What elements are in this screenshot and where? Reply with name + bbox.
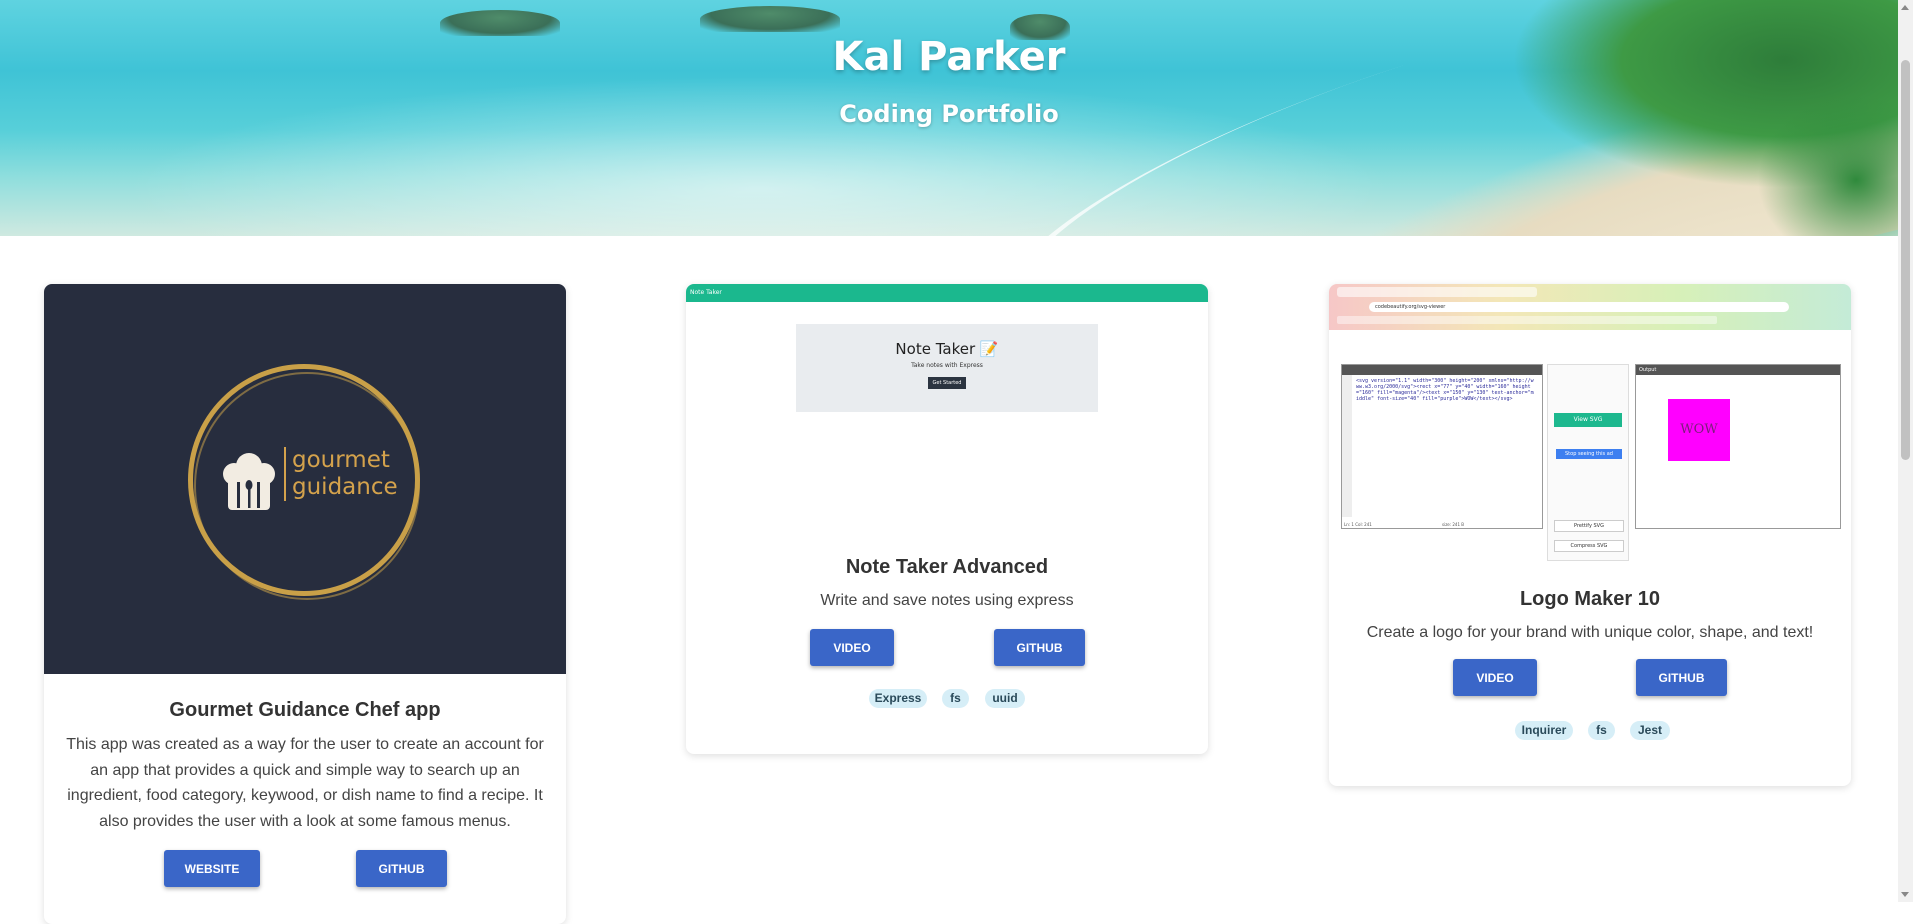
video-button[interactable]: VIDEO (810, 629, 894, 666)
page-subtitle: Coding Portfolio (839, 100, 1059, 128)
scrollbar-thumb[interactable] (1901, 60, 1910, 460)
project-screenshot: gourmet guidance (44, 284, 566, 674)
tag-badge: Inquirer (1515, 721, 1573, 740)
logo-wordmark: gourmet guidance (284, 447, 398, 501)
project-card-note-taker: Note Taker Note Taker 📝 Take notes with … (686, 284, 1208, 754)
screenshot-jumbotron: Note Taker 📝 Take notes with Express Get… (796, 324, 1098, 412)
project-description: This app was created as a way for the us… (66, 736, 544, 830)
project-screenshot: Note Taker Note Taker 📝 Take notes with … (686, 284, 1208, 554)
screenshot-heading: Note Taker 📝 (895, 340, 999, 358)
screenshot-code-editor: <svg version="1.1" width="300" height="2… (1341, 364, 1543, 529)
screenshot-navbar: Note Taker (686, 284, 1208, 302)
project-title: Gourmet Guidance Chef app (169, 699, 441, 721)
screenshot-editor-size: size: 241 B (1442, 522, 1465, 527)
screenshot-editor-gutter (1342, 375, 1352, 517)
website-button[interactable]: WEBSITE (164, 850, 260, 887)
chef-hat-icon (223, 453, 275, 510)
screenshot-editor-code: <svg version="1.1" width="300" height="2… (1356, 378, 1534, 402)
project-card-gourmet-guidance: gourmet guidance Gourmet Guidance Chef a… (44, 284, 566, 924)
screenshot-editor-status: Ln: 1 Col: 241 (1344, 522, 1372, 527)
screenshot-bookmarks-bar (1337, 316, 1717, 324)
screenshot-get-started-button: Get Started (927, 377, 967, 389)
screenshot-output-panel: Output WOW (1635, 364, 1841, 529)
screenshot-view-svg-button: View SVG (1554, 413, 1622, 427)
project-card-logo-maker: codebeautify.org/svg-viewer <svg version… (1329, 284, 1851, 786)
tag-badge: Jest (1630, 721, 1670, 740)
screenshot-browser-tabs (1337, 287, 1537, 297)
scroll-up-arrow-icon[interactable] (1901, 5, 1909, 10)
screenshot-subheading: Take notes with Express (911, 362, 983, 369)
tag-badge: fs (1588, 721, 1615, 740)
screenshot-prettify-button: Prettify SVG (1554, 520, 1624, 532)
project-title: Logo Maker 10 (1519, 588, 1661, 610)
tag-badge: fs (942, 689, 969, 708)
project-description: Write and save notes using express (820, 592, 1074, 609)
logo-word-gourmet: gourmet (292, 447, 390, 473)
hero-banner: Kal Parker Coding Portfolio (0, 0, 1898, 236)
github-button[interactable]: GITHUB (1636, 659, 1727, 696)
tag-badge: Express (869, 689, 927, 708)
page-scrollbar[interactable] (1898, 0, 1913, 902)
scroll-down-arrow-icon[interactable] (1901, 892, 1909, 897)
screenshot-stop-ad-button: Stop seeing this ad (1556, 449, 1622, 459)
screenshot-browser-chrome: codebeautify.org/svg-viewer (1329, 284, 1851, 330)
hero-background-island (700, 6, 840, 32)
hero-background-island (440, 10, 560, 36)
github-button[interactable]: GITHUB (356, 850, 447, 887)
github-button[interactable]: GITHUB (994, 629, 1085, 666)
screenshot-options-panel: View SVG Stop seeing this ad Prettify SV… (1547, 364, 1629, 561)
video-button[interactable]: VIDEO (1453, 659, 1537, 696)
logo-word-guidance: guidance (292, 474, 398, 500)
screenshot-compress-button: Compress SVG (1554, 540, 1624, 552)
page-title: Kal Parker (832, 34, 1066, 80)
screenshot-editor-toolbar (1342, 365, 1542, 375)
project-title: Note Taker Advanced (845, 556, 1049, 578)
tag-badge: uuid (985, 689, 1025, 708)
screenshot-output-header: Output (1636, 365, 1840, 375)
screenshot-address-bar: codebeautify.org/svg-viewer (1369, 302, 1789, 312)
project-description: Create a logo for your brand with unique… (1366, 624, 1814, 641)
project-screenshot: codebeautify.org/svg-viewer <svg version… (1329, 284, 1851, 569)
screenshot-wow-logo: WOW (1668, 399, 1730, 461)
